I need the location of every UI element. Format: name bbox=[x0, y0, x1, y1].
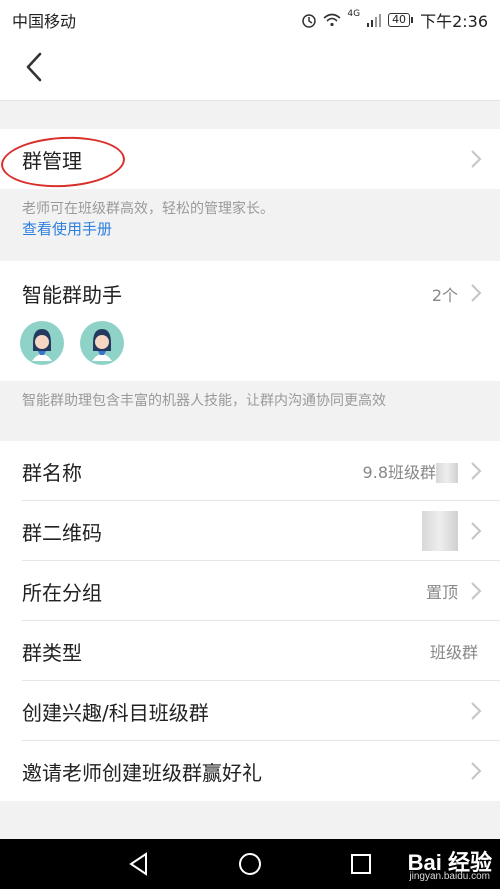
group-type-row: 群类型 班级群 bbox=[0, 621, 500, 681]
invite-teacher-label: 邀请老师创建班级群赢好礼 bbox=[22, 760, 262, 785]
assistant-note: 智能群助理包含丰富的机器人技能，让群内沟通协同更高效 bbox=[0, 381, 500, 441]
group-management-note-block: 老师可在班级群高效，轻松的管理家长。 查看使用手册 bbox=[0, 189, 500, 253]
system-nav-bar: Bai 经验 jingyan.baidu.com bbox=[0, 839, 500, 889]
clock: 下午2:36 bbox=[420, 12, 488, 31]
status-bar: 中国移动 4G 40 下午2:36 bbox=[0, 0, 500, 36]
chevron-right-icon bbox=[471, 150, 482, 168]
smart-assistant-label: 智能群助手 bbox=[22, 283, 122, 307]
group-folder-value: 置顶 bbox=[425, 583, 458, 602]
group-management-description: 老师可在班级群高效，轻松的管理家长。 bbox=[22, 201, 274, 217]
back-arrow-icon[interactable] bbox=[18, 50, 52, 84]
settings-list: 群名称 9.8班级群 群二维码 所在分组 置顶 群类型 班级群 创建兴趣/科目班… bbox=[0, 441, 500, 801]
invite-teacher-row[interactable]: 邀请老师创建班级群赢好礼 bbox=[0, 741, 500, 801]
create-interest-group-row[interactable]: 创建兴趣/科目班级群 bbox=[0, 681, 500, 741]
robot-avatar-icon[interactable] bbox=[20, 321, 64, 365]
chevron-right-icon bbox=[471, 702, 482, 720]
watermark-url: jingyan.baidu.com bbox=[409, 871, 490, 882]
chevron-right-icon bbox=[471, 462, 482, 480]
group-type-label: 群类型 bbox=[22, 640, 82, 665]
qrcode-icon bbox=[422, 511, 458, 551]
recents-square-icon[interactable] bbox=[348, 851, 374, 877]
robot-avatar-icon[interactable] bbox=[80, 321, 124, 365]
signal-icon bbox=[367, 14, 382, 27]
chevron-right-icon bbox=[471, 582, 482, 600]
smart-assistant-row[interactable]: 智能群助手 2个 bbox=[0, 261, 500, 381]
network-type: 4G bbox=[347, 9, 361, 19]
battery-icon: 40 bbox=[388, 13, 414, 27]
chevron-right-icon bbox=[471, 762, 482, 780]
group-qrcode-row[interactable]: 群二维码 bbox=[0, 501, 500, 561]
alarm-icon bbox=[302, 14, 317, 28]
back-triangle-icon[interactable] bbox=[126, 851, 152, 877]
carrier-name: 中国移动 bbox=[12, 12, 77, 31]
create-interest-group-label: 创建兴趣/科目班级群 bbox=[22, 700, 209, 725]
settings-content: 群管理 老师可在班级群高效，轻松的管理家长。 查看使用手册 智能群助手 2个 智… bbox=[0, 101, 500, 801]
wifi-icon bbox=[323, 13, 341, 27]
group-folder-label: 所在分组 bbox=[22, 580, 102, 605]
qrcode-thumbnail bbox=[422, 511, 458, 551]
blurred-text bbox=[436, 463, 458, 484]
status-icons: 4G 40 下午2:36 bbox=[301, 8, 488, 32]
assistant-count: 2个 bbox=[431, 286, 458, 305]
assistant-avatars bbox=[20, 321, 124, 365]
group-name-value: 9.8班级群 bbox=[363, 459, 458, 484]
user-manual-link[interactable]: 查看使用手册 bbox=[22, 219, 478, 239]
top-nav bbox=[0, 36, 500, 101]
chevron-right-icon bbox=[471, 284, 482, 302]
group-type-value: 班级群 bbox=[429, 643, 478, 662]
chevron-right-icon bbox=[471, 522, 482, 540]
group-name-row[interactable]: 群名称 9.8班级群 bbox=[0, 441, 500, 501]
group-qrcode-label: 群二维码 bbox=[22, 520, 102, 545]
group-name-label: 群名称 bbox=[22, 460, 82, 485]
group-folder-row[interactable]: 所在分组 置顶 bbox=[0, 561, 500, 621]
home-circle-icon[interactable] bbox=[237, 851, 263, 877]
